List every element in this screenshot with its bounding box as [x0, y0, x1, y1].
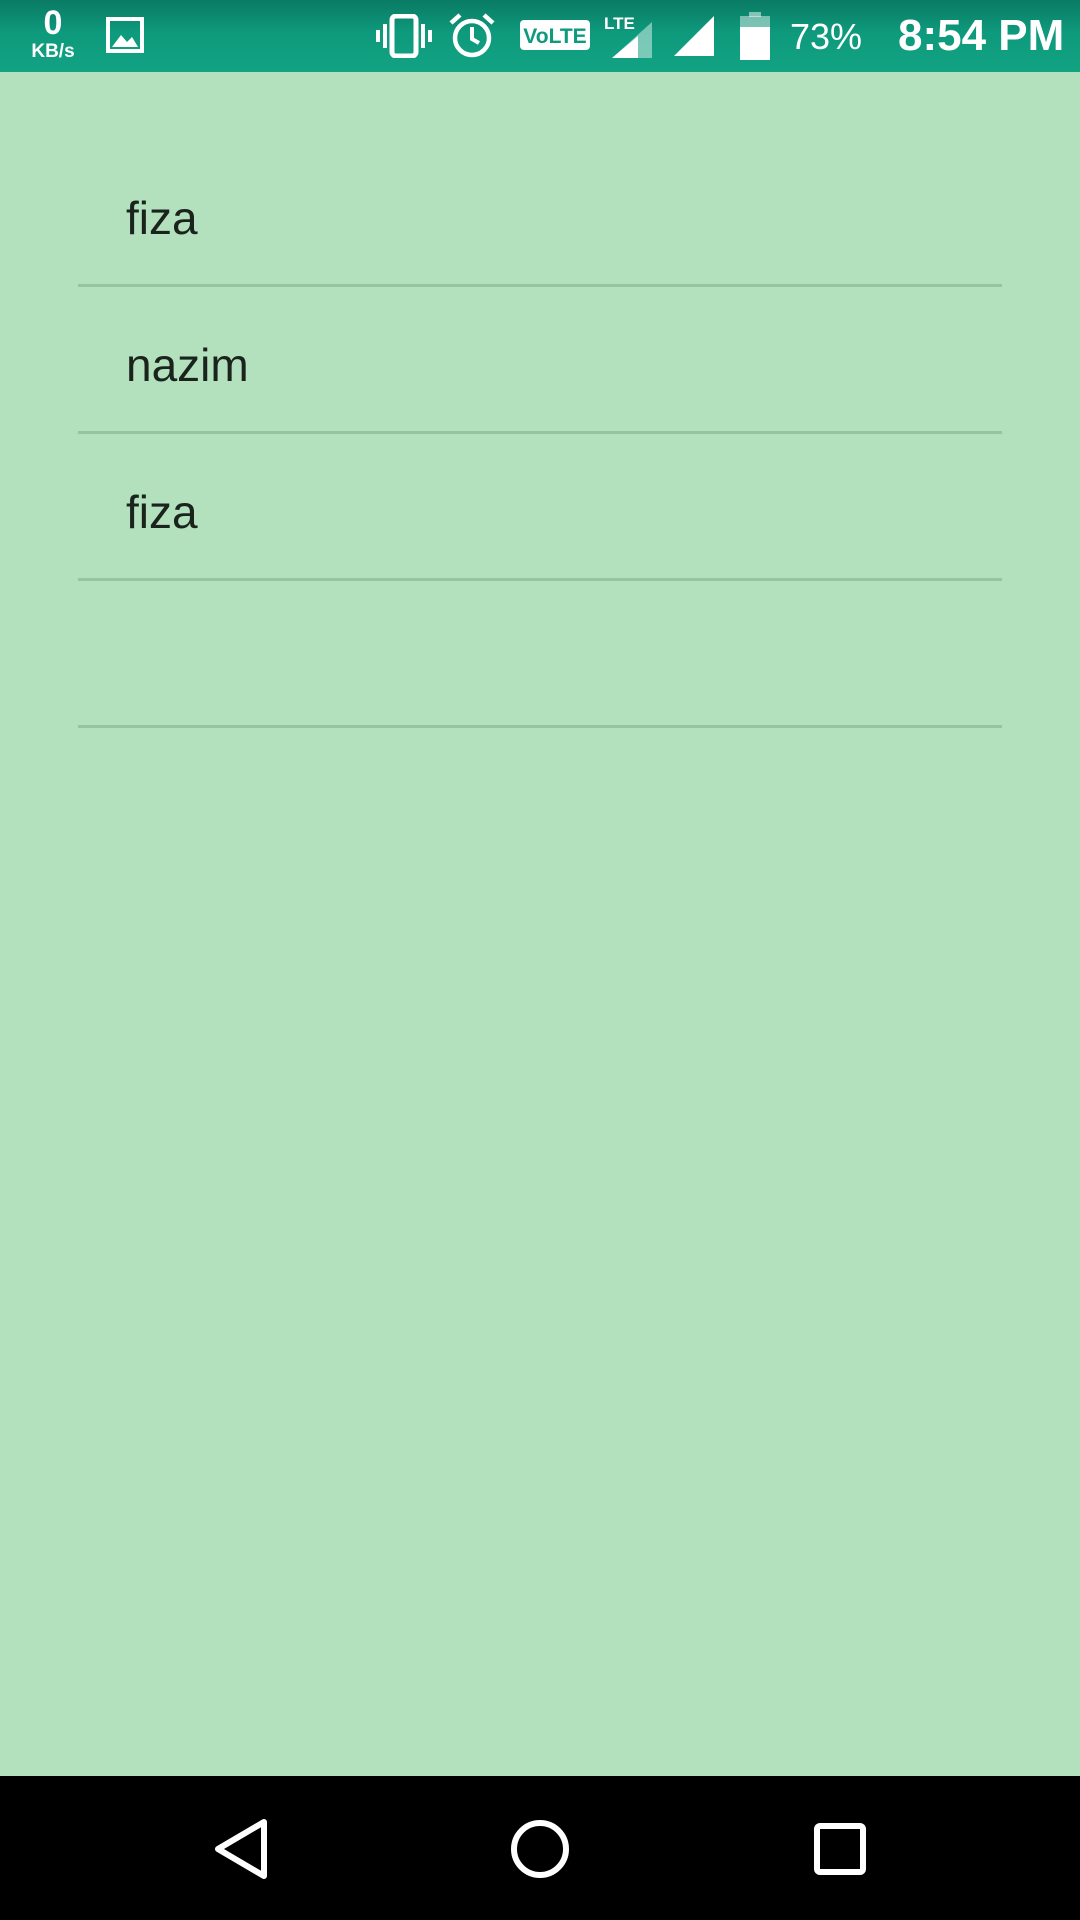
list-item[interactable]: fiza: [78, 436, 1002, 581]
home-icon[interactable]: [490, 1798, 590, 1898]
net-speed-unit: KB/s: [31, 41, 75, 62]
navigation-bar: [0, 1776, 1080, 1920]
svg-text:LTE: LTE: [604, 14, 635, 33]
net-speed-value: 0: [43, 4, 63, 42]
clock: 8:54 PM: [898, 11, 1065, 60]
status-bar: 0 KB/s VoLTE LTE 73% 8:54 PM: [0, 0, 1080, 72]
recents-icon[interactable]: [790, 1798, 890, 1898]
list-item[interactable]: [78, 583, 1002, 728]
image-notification-icon: [106, 17, 144, 53]
net-speed-indicator: 0 KB/s: [24, 6, 82, 61]
svg-text:VoLTE: VoLTE: [523, 25, 586, 48]
list-item[interactable]: fiza: [78, 142, 1002, 287]
vibrate-icon: [376, 14, 432, 58]
list-item[interactable]: nazim: [78, 289, 1002, 434]
battery-icon: [740, 12, 770, 60]
list-item-label: fiza: [126, 192, 198, 244]
signal-icon: [674, 16, 714, 56]
lte-signal-icon: LTE: [604, 14, 652, 58]
alarm-icon: [449, 13, 495, 58]
battery-percent: 73%: [790, 16, 863, 57]
name-list: fiza nazim fiza: [78, 142, 1002, 730]
volte-icon: VoLTE: [520, 20, 590, 50]
back-icon[interactable]: [190, 1798, 290, 1898]
list-item-label: nazim: [126, 339, 249, 391]
list-item-label: fiza: [126, 486, 198, 538]
